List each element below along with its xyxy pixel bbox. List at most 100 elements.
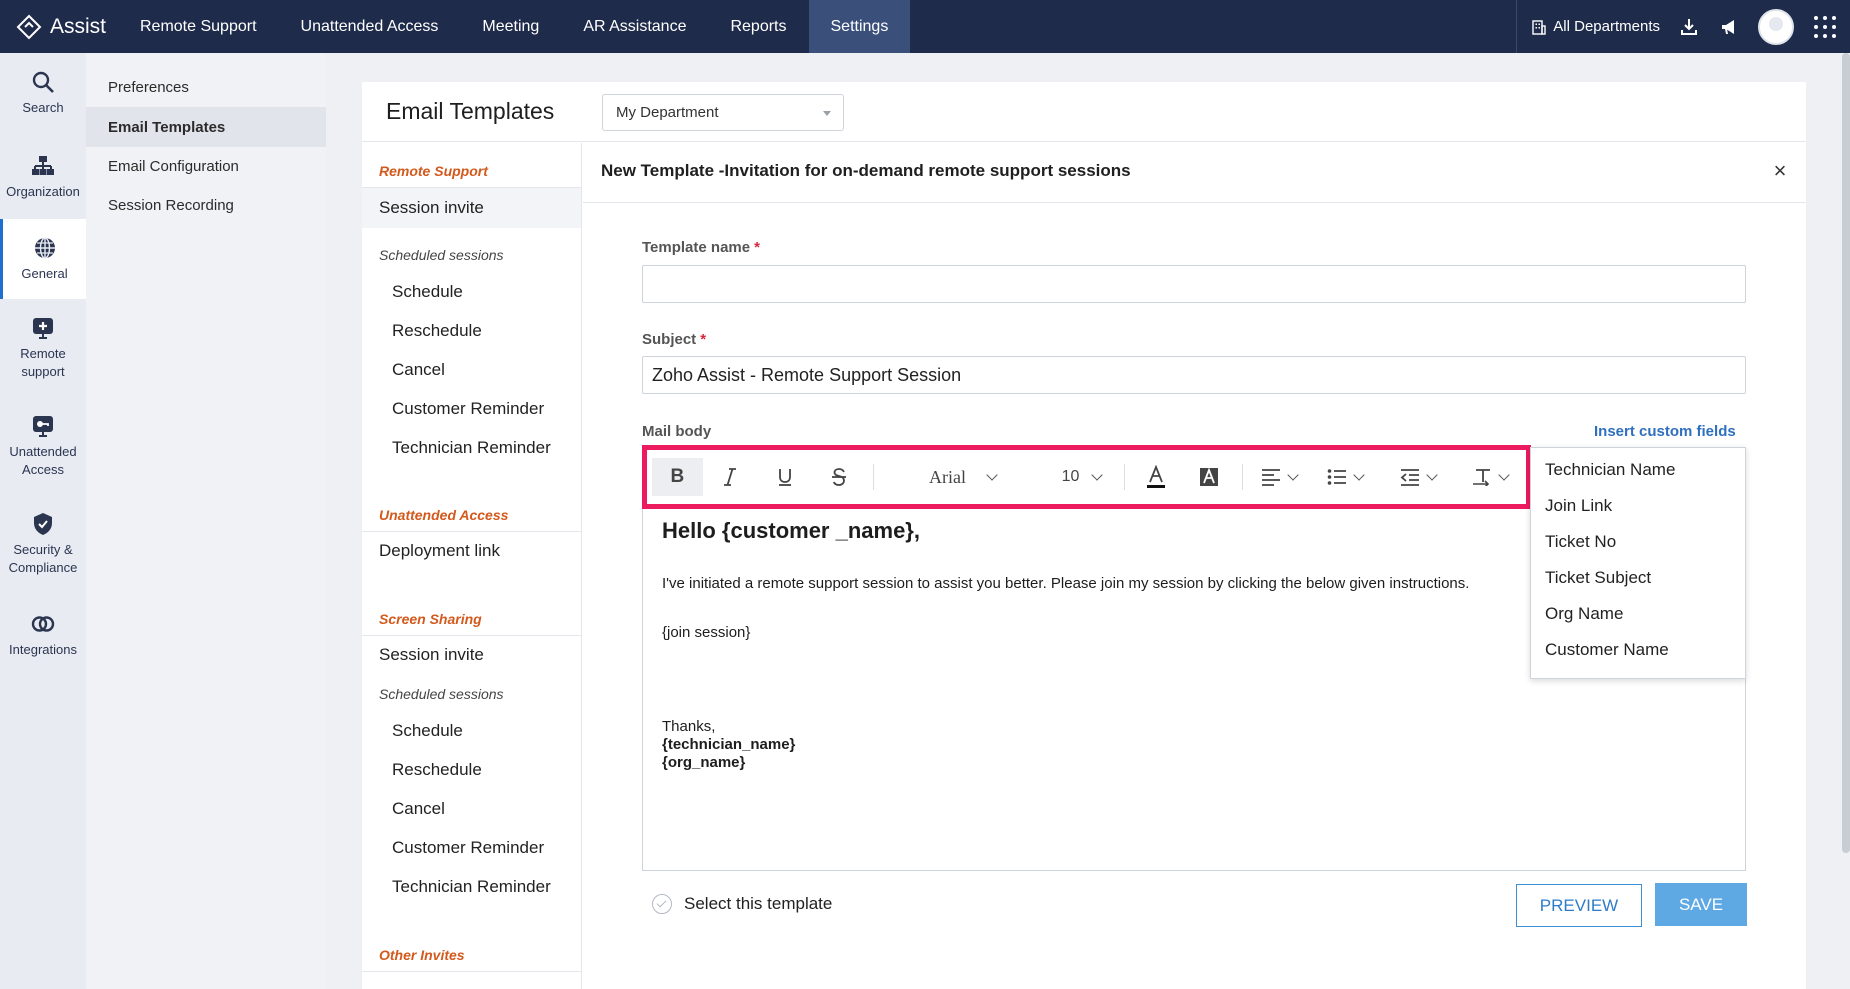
- user-avatar[interactable]: [1758, 8, 1794, 45]
- top-bar: Assist Remote Support Unattended Access …: [0, 0, 1850, 53]
- custom-field-join-link[interactable]: Join Link: [1545, 496, 1612, 516]
- rail-label-general: General: [21, 266, 68, 281]
- rail-integrations[interactable]: Integrations: [0, 611, 86, 681]
- template-deployment-link[interactable]: Deployment link: [379, 541, 500, 561]
- nav-remote-support[interactable]: Remote Support: [118, 0, 279, 53]
- template-ss-cancel[interactable]: Cancel: [392, 799, 445, 819]
- template-reschedule[interactable]: Reschedule: [392, 321, 482, 341]
- rail-organization[interactable]: Organization: [0, 153, 86, 223]
- editor-header: New Template -Invitation for on-demand r…: [583, 143, 1806, 203]
- custom-field-customer-name[interactable]: Customer Name: [1545, 640, 1669, 660]
- rail-unattended-access[interactable]: Unattended Access: [0, 413, 86, 493]
- custom-field-ticket-subject[interactable]: Ticket Subject: [1545, 568, 1651, 588]
- custom-field-technician-name[interactable]: Technician Name: [1545, 460, 1675, 480]
- list-button[interactable]: [1309, 458, 1381, 496]
- formatting-toolbar: B Arial 10: [642, 445, 1531, 509]
- mail-join-placeholder: {join session}: [662, 624, 751, 641]
- rail-remote-support[interactable]: Remote support: [0, 315, 86, 395]
- brand-name: Assist: [50, 14, 107, 38]
- download-icon[interactable]: [1678, 16, 1700, 38]
- nav-reports[interactable]: Reports: [708, 0, 808, 53]
- submenu-email-configuration[interactable]: Email Configuration: [86, 146, 326, 186]
- template-cancel[interactable]: Cancel: [392, 360, 445, 380]
- strikethrough-icon: [832, 468, 847, 486]
- department-label: All Departments: [1553, 18, 1660, 35]
- bold-button[interactable]: B: [652, 458, 703, 496]
- department-select[interactable]: My Department: [602, 94, 844, 131]
- section-title-unattended-access: Unattended Access: [379, 507, 509, 523]
- template-list: Remote Support Session invite Scheduled …: [362, 143, 582, 989]
- department-switcher[interactable]: All Departments: [1531, 18, 1660, 35]
- subsection-ss-scheduled-sessions: Scheduled sessions: [379, 686, 504, 702]
- page-scrollbar[interactable]: [1842, 53, 1850, 853]
- font-family-select[interactable]: Arial: [880, 458, 1046, 496]
- template-ss-customer-reminder[interactable]: Customer Reminder: [392, 838, 544, 858]
- italic-button[interactable]: [703, 458, 758, 496]
- divider: [362, 531, 581, 532]
- building-icon: [1532, 19, 1546, 35]
- rail-label-organization: Organization: [6, 184, 80, 199]
- text-color-button[interactable]: [1131, 458, 1182, 496]
- template-ss-technician-reminder[interactable]: Technician Reminder: [392, 877, 551, 897]
- template-customer-reminder[interactable]: Customer Reminder: [392, 399, 544, 419]
- nav-unattended-access[interactable]: Unattended Access: [279, 0, 461, 53]
- template-technician-reminder[interactable]: Technician Reminder: [392, 438, 551, 458]
- submenu-email-templates[interactable]: Email Templates: [86, 107, 326, 147]
- rail-label-security: Security & Compliance: [8, 542, 78, 575]
- app-grid-icon[interactable]: [1814, 15, 1836, 38]
- mail-body-content[interactable]: Hello {customer _name}, I've initiated a…: [662, 518, 1522, 772]
- search-icon: [32, 71, 54, 93]
- mail-greeting: Hello {customer _name},: [662, 518, 920, 543]
- subject-input[interactable]: [642, 356, 1746, 394]
- underline-button[interactable]: [757, 458, 812, 496]
- nav-meeting[interactable]: Meeting: [460, 0, 561, 53]
- strikethrough-button[interactable]: [812, 458, 867, 496]
- template-name-input[interactable]: [642, 265, 1746, 303]
- editor-title: New Template -Invitation for on-demand r…: [601, 161, 1131, 180]
- save-button[interactable]: SAVE: [1655, 883, 1747, 926]
- chevron-down-icon: [1426, 469, 1438, 481]
- align-button[interactable]: [1249, 458, 1309, 496]
- underline-icon: [778, 469, 791, 486]
- integrations-icon: [31, 616, 55, 632]
- highlight-color-button[interactable]: [1181, 458, 1236, 496]
- indent-button[interactable]: [1382, 458, 1454, 496]
- rail-search[interactable]: Search: [0, 69, 86, 139]
- rail-label-unattended-access: Unattended Access: [9, 444, 77, 477]
- font-size-select[interactable]: 10: [1045, 458, 1117, 496]
- page-title: Email Templates: [386, 98, 555, 124]
- chevron-down-icon: [986, 469, 998, 481]
- align-left-icon: [1262, 469, 1281, 486]
- subject-label-text: Subject: [642, 331, 697, 348]
- close-icon[interactable]: ×: [1768, 159, 1792, 183]
- remote-support-icon: [33, 318, 53, 339]
- template-session-invite[interactable]: Session invite: [362, 188, 581, 228]
- template-schedule[interactable]: Schedule: [392, 282, 463, 302]
- subject-label: Subject *: [642, 331, 706, 348]
- assist-logo-icon: [16, 14, 42, 39]
- submenu-session-recording[interactable]: Session Recording: [86, 185, 326, 225]
- select-template-label: Select this template: [684, 894, 833, 913]
- rail-label-remote-support: Remote support: [20, 346, 66, 379]
- nav-settings[interactable]: Settings: [808, 0, 911, 53]
- rail-security-compliance[interactable]: Security & Compliance: [0, 511, 86, 591]
- line-height-button[interactable]: [1454, 458, 1526, 496]
- rail-general[interactable]: General: [0, 219, 86, 299]
- subsection-scheduled-sessions: Scheduled sessions: [379, 247, 504, 263]
- divider: [362, 971, 581, 972]
- template-ss-schedule[interactable]: Schedule: [392, 721, 463, 741]
- insert-custom-fields-link[interactable]: Insert custom fields: [1594, 423, 1736, 440]
- announcement-icon[interactable]: [1718, 16, 1740, 38]
- outdent-icon: [1400, 469, 1419, 486]
- custom-field-org-name[interactable]: Org Name: [1545, 604, 1623, 624]
- template-ss-reschedule[interactable]: Reschedule: [392, 760, 482, 780]
- brand[interactable]: Assist: [16, 0, 106, 53]
- submenu-preferences[interactable]: Preferences: [86, 67, 326, 107]
- toolbar-separator: [1123, 464, 1125, 490]
- nav-ar-assistance[interactable]: AR Assistance: [561, 0, 708, 53]
- select-template-checkbox[interactable]: Select this template: [652, 894, 832, 914]
- preview-button[interactable]: PREVIEW: [1516, 884, 1642, 927]
- template-ss-session-invite[interactable]: Session invite: [379, 645, 484, 665]
- main-nav: Remote Support Unattended Access Meeting…: [118, 0, 911, 53]
- custom-field-ticket-no[interactable]: Ticket No: [1545, 532, 1616, 552]
